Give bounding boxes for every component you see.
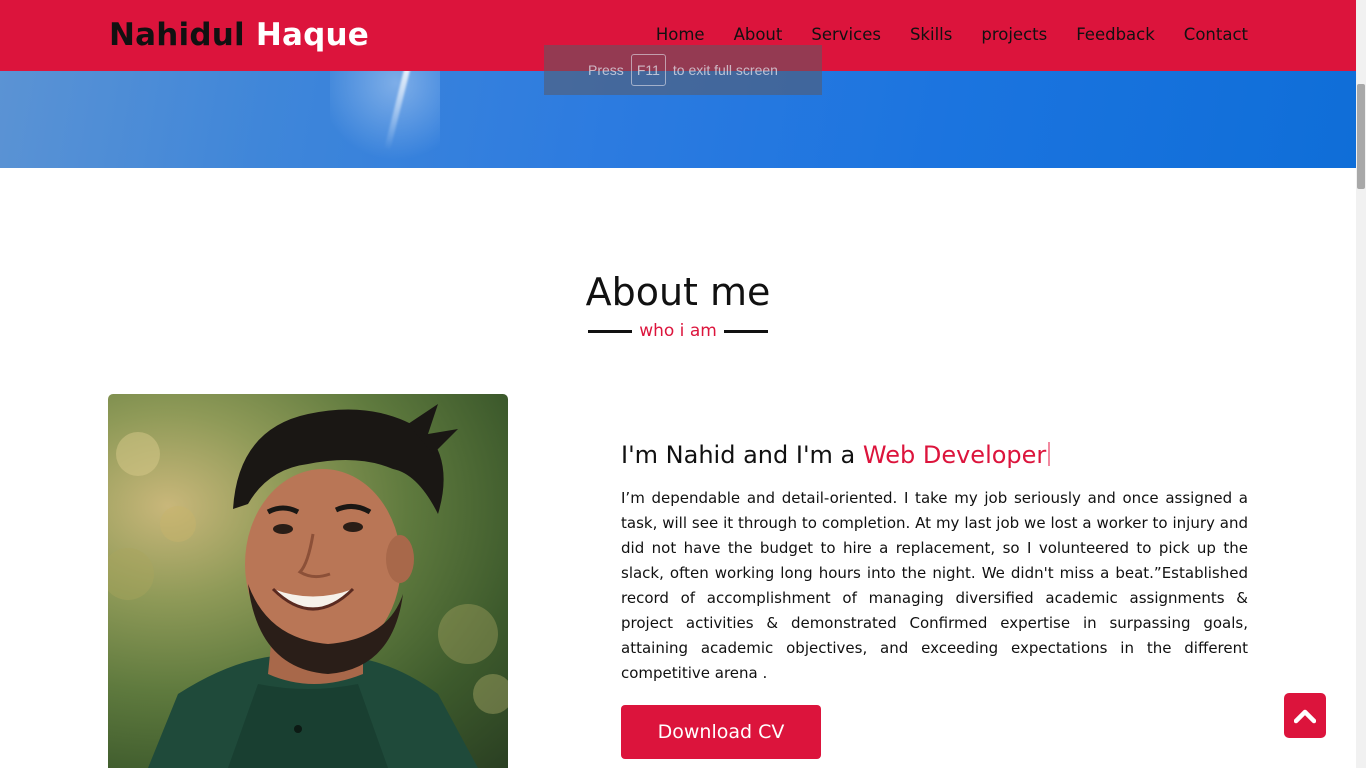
main-menu: Home About Services Skills projects Feed… — [627, 24, 1248, 46]
chevron-up-icon — [1294, 709, 1316, 723]
sun-glow — [330, 71, 440, 168]
toast-suffix: to exit full screen — [672, 62, 778, 78]
scroll-to-top-button[interactable] — [1284, 693, 1326, 738]
nav-skills[interactable]: Skills — [910, 24, 952, 46]
subtitle-text: who i am — [639, 321, 717, 341]
bio-text: I’m dependable and detail-oriented. I ta… — [621, 489, 1248, 682]
logo-last-name: Haque — [255, 17, 370, 53]
toast-key: F11 — [630, 54, 666, 86]
intro-prefix: I'm Nahid and I'm a — [621, 441, 856, 469]
portrait-illustration — [108, 404, 508, 768]
scrollbar-thumb[interactable] — [1357, 84, 1365, 189]
nav-feedback[interactable]: Feedback — [1076, 24, 1155, 46]
subtitle-line-left — [588, 329, 632, 333]
site-logo[interactable]: Nahidul Haque — [109, 16, 369, 54]
nav-projects[interactable]: projects — [981, 24, 1047, 46]
nav-contact[interactable]: Contact — [1184, 24, 1248, 46]
toast-prefix: Press — [588, 62, 624, 78]
intro-role: Web Developer — [862, 441, 1047, 469]
typing-cursor — [1048, 442, 1051, 466]
nav-home[interactable]: Home — [656, 24, 705, 46]
nav-about[interactable]: About — [734, 24, 783, 46]
subtitle-line-right — [724, 329, 768, 333]
nav-services[interactable]: Services — [811, 24, 881, 46]
section-title: About me — [585, 270, 771, 314]
section-subtitle: who i am — [588, 320, 768, 342]
logo-first-name: Nahidul — [109, 17, 245, 53]
page-scrollbar[interactable] — [1356, 0, 1366, 768]
intro-heading: I'm Nahid and I'm a Web Developer — [621, 440, 1051, 470]
download-cv-button[interactable]: Download CV — [621, 705, 821, 759]
fullscreen-toast: Press F11 to exit full screen — [544, 45, 822, 95]
profile-photo — [108, 394, 508, 768]
